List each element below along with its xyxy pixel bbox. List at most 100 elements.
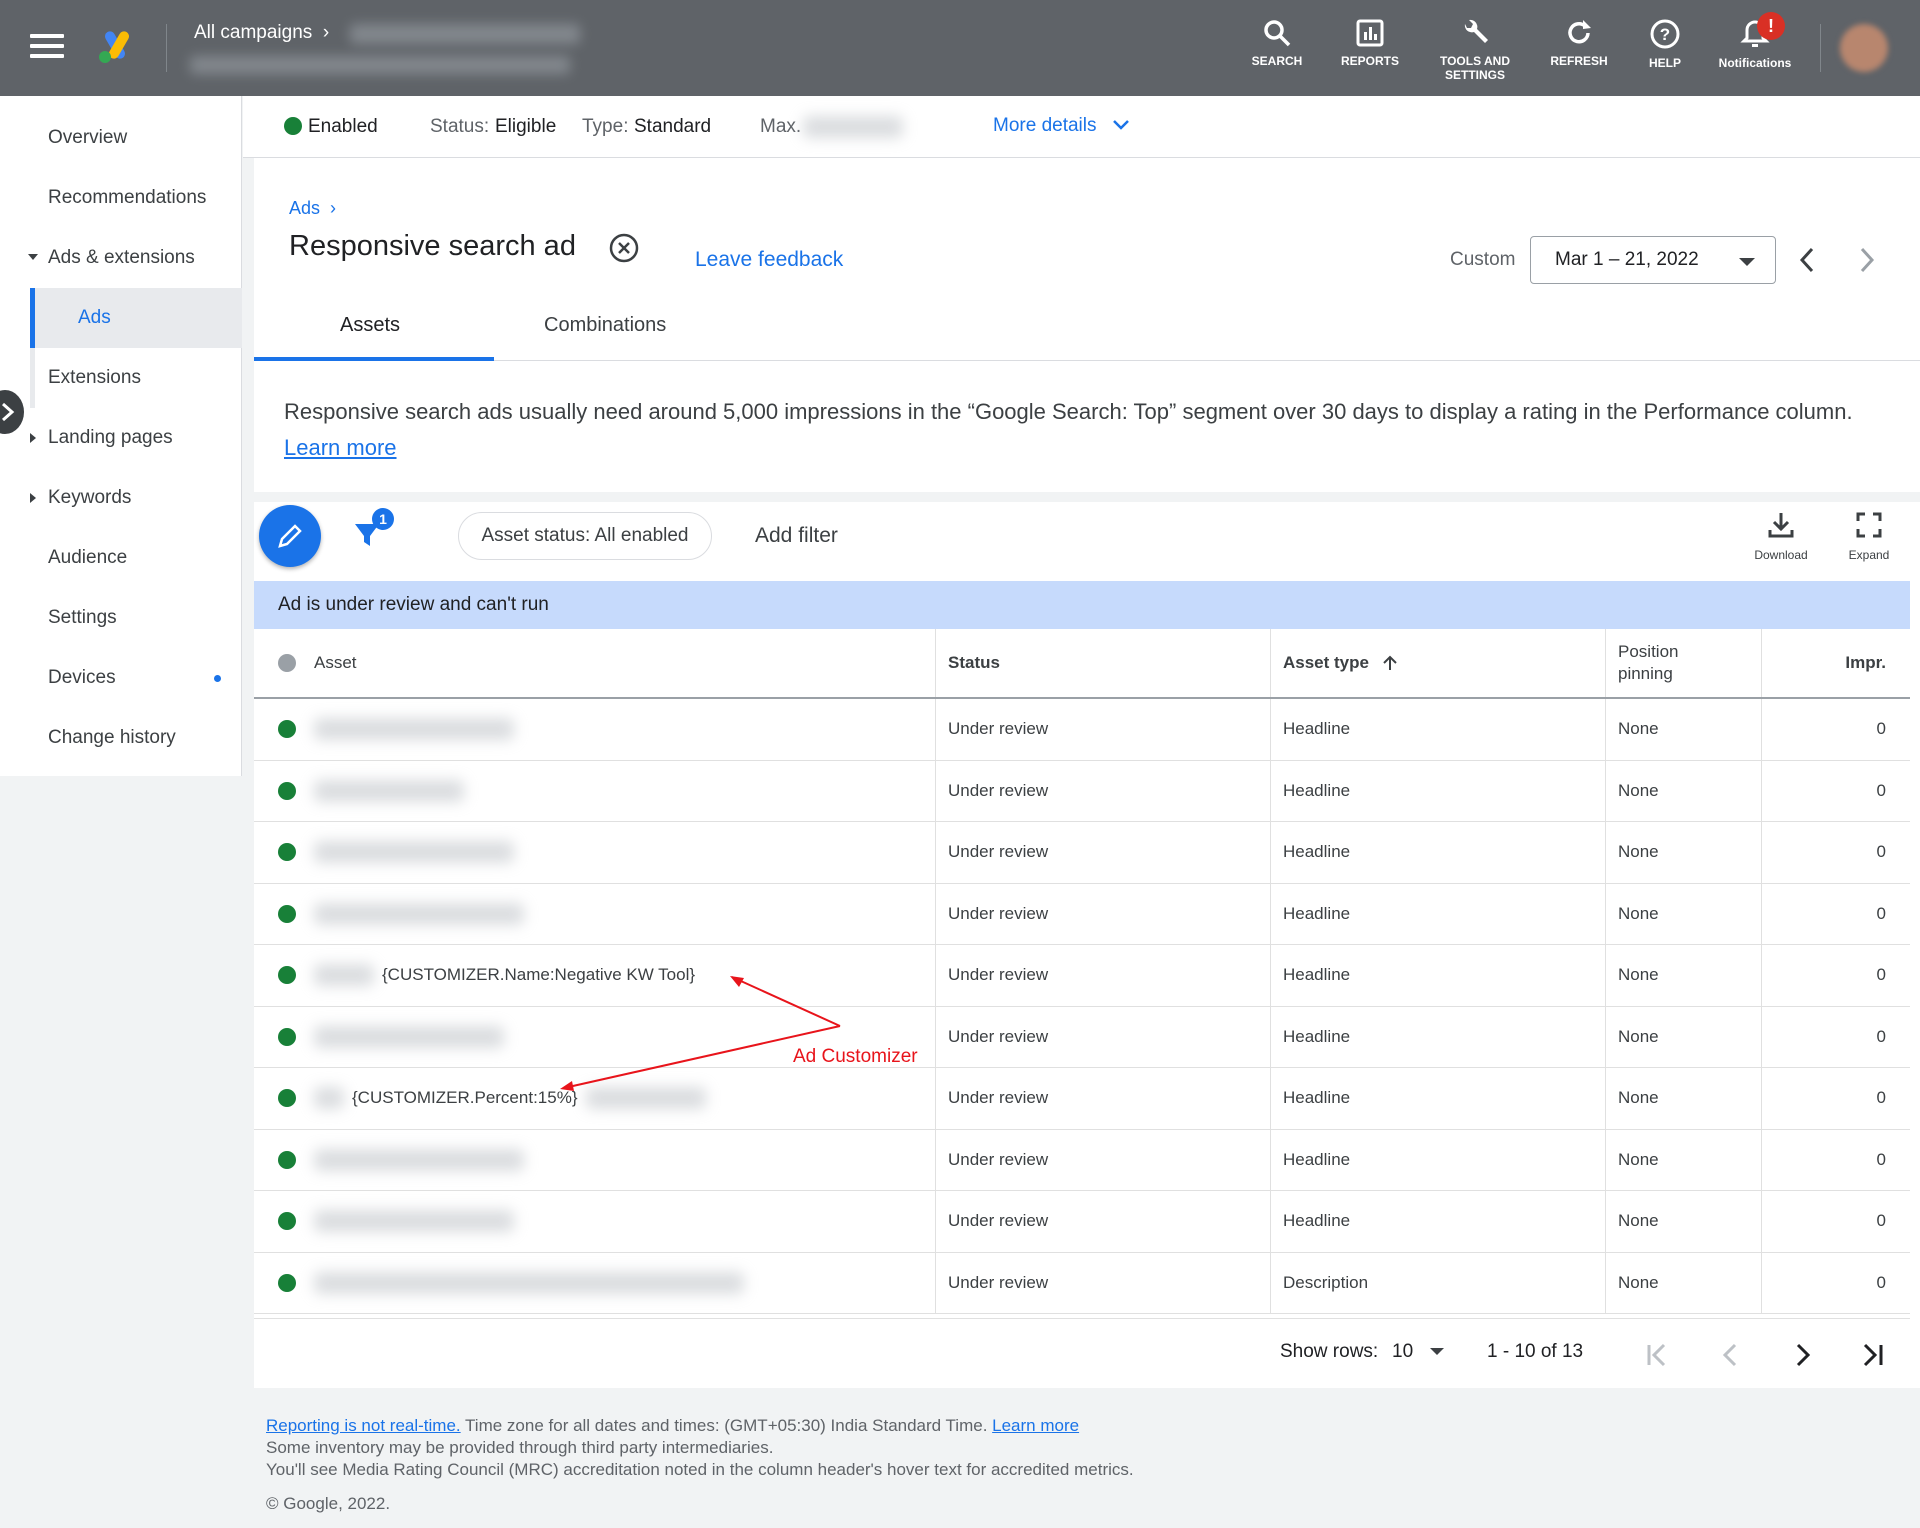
table-row[interactable]: {CUSTOMIZER.Name:Negative KW Tool} Under … xyxy=(254,945,1910,1007)
pinning-cell[interactable]: None xyxy=(1606,945,1762,1006)
expand-button[interactable]: Expand xyxy=(1834,510,1904,562)
pinning-cell[interactable]: None xyxy=(1606,822,1762,883)
table-header: Asset Status Asset type Position pinning… xyxy=(254,629,1910,699)
type-label: Type: xyxy=(582,116,629,137)
leave-feedback-link[interactable]: Leave feedback xyxy=(695,248,843,272)
last-page-icon[interactable] xyxy=(1859,1341,1887,1369)
redacted-text xyxy=(314,718,514,741)
table-row[interactable]: Under review Headline None 0 xyxy=(254,1129,1910,1191)
next-page-icon[interactable] xyxy=(1788,1341,1816,1369)
pinning-cell[interactable]: None xyxy=(1606,760,1762,821)
sidebar-item-overview[interactable]: Overview xyxy=(0,108,242,168)
sidebar-item-ads-extensions[interactable]: Ads & extensions xyxy=(0,228,242,288)
breadcrumb-ads[interactable]: Ads › xyxy=(289,198,336,219)
table-row[interactable]: Under review Headline None 0 xyxy=(254,883,1910,945)
next-period-icon[interactable] xyxy=(1856,246,1878,274)
table-row[interactable]: Under review Description None 0 xyxy=(254,1252,1910,1314)
sidebar-item-keywords[interactable]: Keywords xyxy=(0,468,242,528)
table-row[interactable]: {CUSTOMIZER.Percent:15%} Under review Head… xyxy=(254,1068,1910,1130)
table-row[interactable]: Under review Headline None 0 xyxy=(254,699,1910,761)
header-status-dot xyxy=(278,654,296,672)
pinning-cell[interactable]: None xyxy=(1606,1191,1762,1252)
notifications-button[interactable]: Notifications xyxy=(1710,18,1800,70)
pinning-cell[interactable]: None xyxy=(1606,1129,1762,1190)
column-header-position-pinning[interactable]: Position pinning xyxy=(1606,629,1762,697)
active-tab-indicator xyxy=(254,357,494,361)
status-cell: Under review xyxy=(936,1068,1271,1129)
annotation-label: Ad Customizer xyxy=(793,1046,918,1067)
campaign-name-redacted[interactable] xyxy=(350,24,580,44)
status-dot xyxy=(278,1027,296,1046)
inventory-note: Some inventory may be provided through t… xyxy=(266,1438,774,1457)
sidebar-item-devices[interactable]: Devices xyxy=(0,648,242,708)
asset-cell[interactable] xyxy=(254,1252,936,1313)
asset-cell[interactable] xyxy=(254,1129,936,1190)
tab-combinations[interactable]: Combinations xyxy=(544,314,666,337)
impressions-cell: 0 xyxy=(1876,719,1886,739)
asset-cell[interactable] xyxy=(254,760,936,821)
sidebar-item-change-history[interactable]: Change history xyxy=(0,708,242,768)
menu-icon[interactable] xyxy=(30,34,64,62)
table-row[interactable]: Under review Headline None 0 xyxy=(254,1006,1910,1068)
edit-button[interactable] xyxy=(259,505,321,567)
tools-settings-button[interactable]: TOOLS AND SETTINGS xyxy=(1430,18,1520,82)
asset-cell[interactable] xyxy=(254,699,936,760)
filter-count-badge: 1 xyxy=(372,508,394,530)
refresh-button[interactable]: REFRESH xyxy=(1534,18,1624,68)
sidebar-item-recommendations[interactable]: Recommendations xyxy=(0,168,242,228)
redacted-text xyxy=(314,964,374,987)
impressions-cell: 0 xyxy=(1876,1026,1886,1046)
asset-cell[interactable] xyxy=(254,822,936,883)
sidebar-item-audience[interactable]: Audience xyxy=(0,528,242,588)
reporting-link[interactable]: Reporting is not real-time. xyxy=(266,1416,461,1435)
sidebar-item-extensions[interactable]: Extensions xyxy=(30,348,242,408)
table-row[interactable]: Under review Headline None 0 xyxy=(254,760,1910,822)
breadcrumb[interactable]: All campaigns › xyxy=(194,22,329,44)
date-range-picker[interactable]: Mar 1 – 21, 2022 xyxy=(1530,236,1776,284)
column-header-asset-type[interactable]: Asset type xyxy=(1271,629,1606,697)
pinning-cell[interactable]: None xyxy=(1606,1006,1762,1067)
pinning-cell[interactable]: None xyxy=(1606,883,1762,944)
download-button[interactable]: Download xyxy=(1746,510,1816,562)
column-header-impressions[interactable]: Impr. xyxy=(1762,629,1910,697)
notification-badge: ! xyxy=(1757,12,1785,40)
status-cell: Under review xyxy=(936,1252,1271,1313)
mrc-note: You'll see Media Rating Council (MRC) ac… xyxy=(266,1460,1134,1479)
redacted-text xyxy=(314,779,464,802)
caret-right-icon xyxy=(30,493,36,503)
close-circle-icon[interactable] xyxy=(608,232,640,264)
tab-assets[interactable]: Assets xyxy=(340,314,400,337)
column-header-asset[interactable]: Asset xyxy=(254,629,936,697)
sidebar-item-settings[interactable]: Settings xyxy=(0,588,242,648)
status-cell: Under review xyxy=(936,1129,1271,1190)
google-ads-logo[interactable] xyxy=(96,28,138,64)
previous-page-icon[interactable] xyxy=(1717,1341,1745,1369)
rows-per-page-select[interactable]: 10 xyxy=(1392,1341,1445,1363)
help-button[interactable]: ? HELP xyxy=(1620,18,1710,70)
sidebar-item-landing-pages[interactable]: Landing pages xyxy=(0,408,242,468)
pinning-cell[interactable]: None xyxy=(1606,699,1762,760)
redacted-text xyxy=(314,1148,524,1171)
add-filter-button[interactable]: Add filter xyxy=(755,524,838,548)
status-dot xyxy=(278,1273,296,1292)
previous-period-icon[interactable] xyxy=(1796,246,1818,274)
annotation-arrows xyxy=(560,976,841,1091)
first-page-icon[interactable] xyxy=(1644,1341,1672,1369)
pinning-cell[interactable]: None xyxy=(1606,1252,1762,1313)
asset-status-filter-chip[interactable]: Asset status: All enabled xyxy=(458,512,712,560)
reports-button[interactable]: REPORTS xyxy=(1325,18,1415,68)
asset-cell[interactable] xyxy=(254,1191,936,1252)
column-header-status[interactable]: Status xyxy=(936,629,1271,697)
avatar[interactable] xyxy=(1840,24,1888,72)
asset-cell[interactable] xyxy=(254,883,936,944)
notice-text: Responsive search ads usually need aroun… xyxy=(284,399,1853,460)
table-row[interactable]: Under review Headline None 0 xyxy=(254,1191,1910,1253)
learn-more-link[interactable]: Learn more xyxy=(284,435,397,460)
search-button[interactable]: SEARCH xyxy=(1232,18,1322,68)
more-details-link[interactable]: More details xyxy=(993,115,1130,137)
divider xyxy=(166,24,167,72)
sidebar-item-ads[interactable]: Ads xyxy=(30,288,242,348)
footer-learn-more-link[interactable]: Learn more xyxy=(992,1416,1079,1435)
pinning-cell[interactable]: None xyxy=(1606,1068,1762,1129)
table-row[interactable]: Under review Headline None 0 xyxy=(254,822,1910,884)
